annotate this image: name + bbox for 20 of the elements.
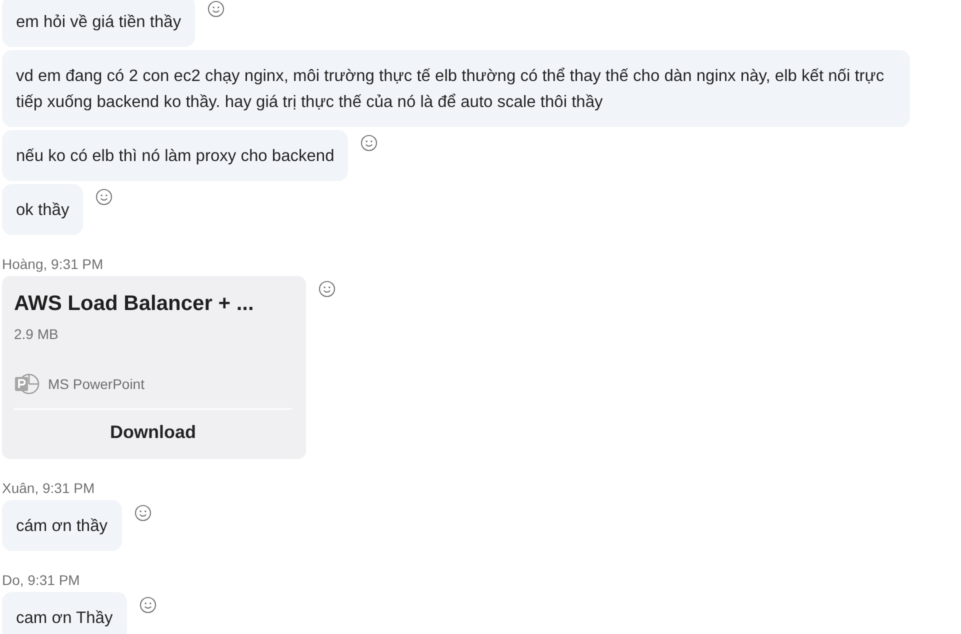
sender-timestamp: Hoàng, 9:31 PM: [2, 256, 104, 272]
message-bubble: ok thầy: [2, 184, 84, 235]
sender-timestamp: Do, 9:31 PM: [2, 572, 81, 588]
smiley-icon[interactable]: [360, 134, 378, 152]
smiley-icon[interactable]: [207, 0, 226, 18]
smiley-icon[interactable]: [95, 188, 114, 206]
file-type-label: MS PowerPoint: [48, 376, 144, 392]
message-bubble: em hỏi về giá tiền thầy: [2, 0, 196, 47]
download-button[interactable]: Download: [14, 410, 292, 453]
smiley-icon[interactable]: [134, 504, 152, 522]
presentation-file-icon: [14, 372, 40, 396]
message-bubble: vd em đang có 2 con ec2 chạy nginx, môi trường thực tế elb thường có thể thay thế cho dàn nginx này, elb kết nối trực tiếp xuống backend ko thầy. hay giá trị thực thế của nó là để auto scale thôi thầy: [2, 50, 910, 127]
message-bubble: cam ơn Thầy: [2, 592, 127, 634]
file-name: AWS Load Balancer + ...: [14, 292, 255, 316]
message-bubble: nếu ko có elb thì nó làm proxy cho backend: [2, 130, 348, 181]
sender-timestamp: Xuân, 9:31 PM: [2, 480, 96, 496]
smiley-icon[interactable]: [318, 280, 336, 298]
file-size: 2.9 MB: [14, 326, 60, 342]
message-bubble: cám ơn thầy: [2, 500, 122, 551]
smiley-icon[interactable]: [138, 596, 157, 614]
